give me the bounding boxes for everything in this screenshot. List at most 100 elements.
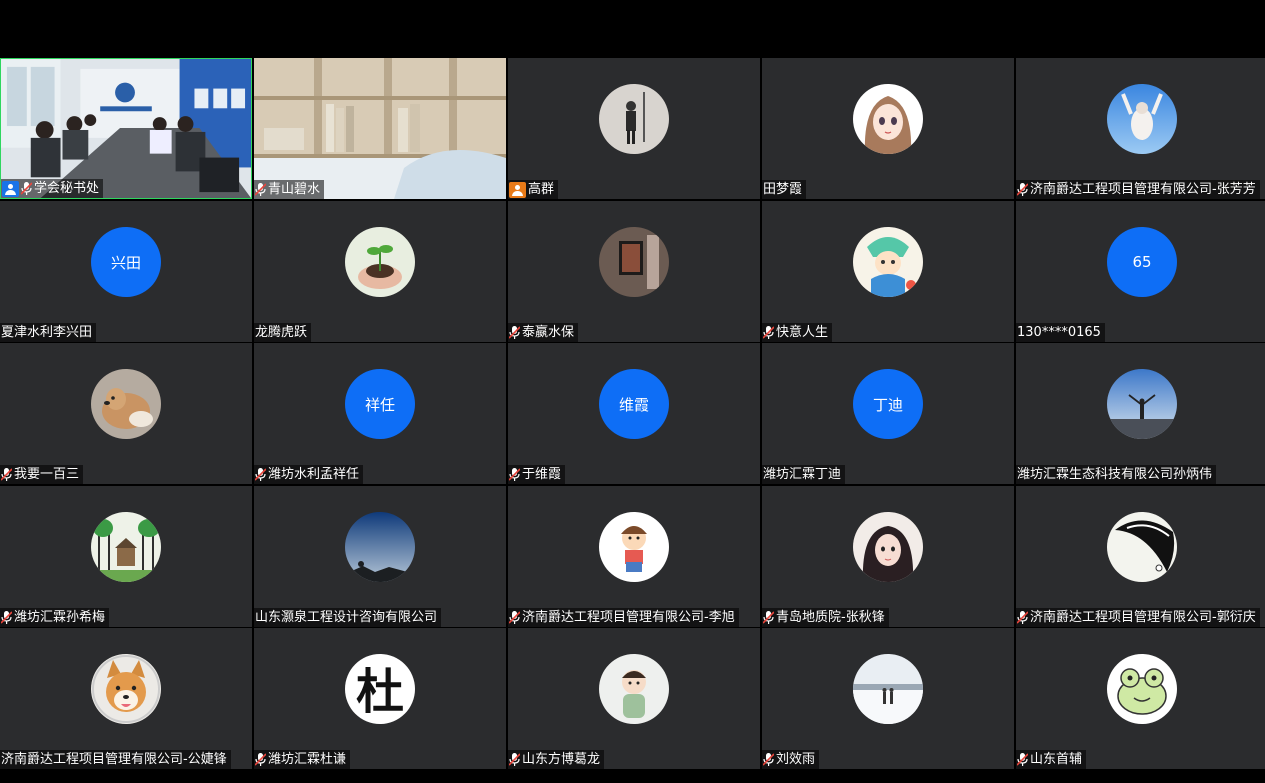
participant-tile[interactable]: 青岛地质院-张秋锋 [762,486,1014,627]
video-feed [1,59,251,198]
name-label: 潍坊汇霖杜谦 [254,750,351,769]
participant-tile[interactable]: 济南爵达工程项目管理有限公司-张芳芳 [1016,58,1265,199]
participant-tile[interactable]: 田梦霞 [762,58,1014,199]
mic-muted-icon [1,468,12,481]
name-label: 于维霞 [508,465,566,484]
name-label: 高群 [508,180,559,199]
participant-name: 于维霞 [522,467,562,482]
participant-tile[interactable]: 龙腾虎跃 [254,201,506,342]
participant-name: 130****0165 [1017,325,1101,340]
user-role-icon [509,181,526,198]
participant-tile[interactable]: 兴田夏津水利李兴田 [0,201,252,342]
participant-tile[interactable]: 丁迪潍坊汇霖丁迪 [762,343,1014,484]
participant-name: 青山碧水 [268,182,321,197]
avatar-initials: 丁迪 [853,369,923,439]
forest-drawing-icon [91,512,161,582]
name-label: 夏津水利李兴田 [0,323,97,342]
mic-muted-icon [255,468,266,481]
name-label: 130****0165 [1016,323,1105,342]
participant-name: 济南爵达工程项目管理有限公司-张芳芳 [1030,182,1256,197]
participant-tile[interactable]: 我要一百三 [0,343,252,484]
mic-muted-icon [1017,183,1028,196]
participant-tile[interactable]: 学会秘书处 [0,58,252,199]
name-label: 学会秘书处 [1,179,104,198]
participant-name: 快意人生 [776,325,829,340]
name-label: 潍坊水利孟祥任 [254,465,364,484]
participant-tile[interactable]: 65 130****0165 [1016,201,1265,342]
participant-name: 学会秘书处 [34,181,100,196]
avatar-initials: 维霞 [599,369,669,439]
participant-name: 济南爵达工程项目管理有限公司-李旭 [522,610,735,625]
participant-name: 潍坊汇霖生态科技有限公司孙炳伟 [1017,467,1213,482]
sky-person-icon [1107,84,1177,154]
name-label: 济南爵达工程项目管理有限公司-李旭 [508,608,739,627]
shiba-dog-icon [91,654,161,724]
mic-muted-icon [1017,611,1028,624]
participant-tile[interactable]: 山东方博葛龙 [508,628,760,769]
participant-tile[interactable]: 维霞于维霞 [508,343,760,484]
participant-tile[interactable]: 山东首辅 [1016,628,1265,769]
anime-girl-icon [853,84,923,154]
participant-name: 潍坊汇霖杜谦 [268,752,347,767]
participant-tile[interactable]: 祥任 潍坊水利孟祥任 [254,343,506,484]
mic-muted-icon [21,182,32,195]
black-white-ball-icon [1107,512,1177,582]
participant-name: 潍坊汇霖丁迪 [763,467,842,482]
participant-name: 青岛地质院-张秋锋 [776,610,885,625]
mic-muted-icon [509,326,520,339]
person-photo-icon [599,84,669,154]
participant-name: 潍坊汇霖孙希梅 [14,610,106,625]
avatar-initials: 65 [1107,227,1177,297]
plant-hands-icon [345,227,415,297]
participant-name: 山东灏泉工程设计咨询有限公司 [255,610,438,625]
sky-silhouette-icon [345,512,415,582]
mic-muted-icon [763,611,774,624]
mic-muted-icon [509,611,520,624]
mic-muted-icon [255,183,266,196]
user-role-icon [2,180,19,197]
name-label: 潍坊汇霖丁迪 [762,465,846,484]
participant-name: 山东首辅 [1030,752,1083,767]
participant-name: 龙腾虎跃 [255,325,308,340]
name-label: 济南爵达工程项目管理有限公司-郭衍庆 [1016,608,1260,627]
dog-photo-icon [91,369,161,439]
name-label: 泰嬴水保 [508,323,579,342]
participant-tile[interactable]: 刘效雨 [762,628,1014,769]
name-label: 龙腾虎跃 [254,323,312,342]
mic-muted-icon [763,753,774,766]
frog-face-icon [1107,654,1177,724]
avatar-initials: 兴田 [91,227,161,297]
painting-photo-icon [599,227,669,297]
participant-tile[interactable]: 潍坊汇霖生态科技有限公司孙炳伟 [1016,343,1265,484]
participant-name: 泰嬴水保 [522,325,575,340]
name-label: 山东方博葛龙 [508,750,605,769]
cartoon-character-icon [853,227,923,297]
name-label: 快意人生 [762,323,833,342]
girl-portrait-icon [853,512,923,582]
baby-photo-icon [599,654,669,724]
participant-tile[interactable]: 济南爵达工程项目管理有限公司-郭衍庆 [1016,486,1265,627]
cartoon-boy-icon [599,512,669,582]
mountain-person-icon [1107,369,1177,439]
participant-tile[interactable]: 杜潍坊汇霖杜谦 [254,628,506,769]
name-label: 山东灏泉工程设计咨询有限公司 [254,608,442,627]
participant-tile[interactable]: 潍坊汇霖孙希梅 [0,486,252,627]
participant-tile[interactable]: 济南爵达工程项目管理有限公司-公婕锋 [0,628,252,769]
name-label: 青山碧水 [254,180,325,199]
name-label: 青岛地质院-张秋锋 [762,608,889,627]
participant-name: 刘效雨 [776,752,816,767]
participant-tile[interactable]: 山东灏泉工程设计咨询有限公司 [254,486,506,627]
name-label: 刘效雨 [762,750,820,769]
name-label: 潍坊汇霖生态科技有限公司孙炳伟 [1016,465,1217,484]
participant-tile[interactable]: 济南爵达工程项目管理有限公司-李旭 [508,486,760,627]
participant-tile[interactable]: 青山碧水 [254,58,506,199]
participant-tile[interactable]: 泰嬴水保 [508,201,760,342]
video-feed [254,58,506,199]
name-label: 济南爵达工程项目管理有限公司-公婕锋 [0,750,231,769]
participant-grid: 学会秘书处 青山碧水 高群 田梦霞 济南爵达工程项目管理有限公司-张芳芳兴田夏津水利李兴… [0,58,1265,771]
participant-tile[interactable]: 快意人生 [762,201,1014,342]
participant-name: 我要一百三 [14,467,80,482]
name-label: 我要一百三 [0,465,84,484]
name-label: 潍坊汇霖孙希梅 [0,608,110,627]
participant-tile[interactable]: 高群 [508,58,760,199]
